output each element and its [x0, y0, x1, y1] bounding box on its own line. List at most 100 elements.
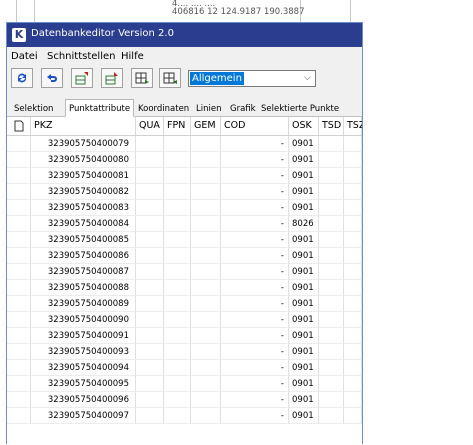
gem-cell[interactable] — [191, 312, 221, 328]
menu-schnittstellen[interactable]: Schnittstellen — [47, 51, 115, 62]
qua-cell[interactable] — [136, 184, 164, 200]
cod-cell[interactable]: - — [221, 408, 289, 424]
gem-cell[interactable] — [191, 184, 221, 200]
column-header-osk[interactable]: OSK — [289, 117, 319, 135]
gem-cell[interactable] — [191, 168, 221, 184]
tsz-cell[interactable] — [344, 216, 362, 232]
chevron-down-icon[interactable]: ⌵ — [304, 73, 311, 83]
row-header[interactable] — [7, 136, 31, 152]
fpn-cell[interactable] — [164, 376, 191, 392]
tsd-cell[interactable] — [319, 184, 344, 200]
pkz-cell[interactable]: 323905750400086 — [31, 248, 136, 264]
cod-cell[interactable]: - — [221, 136, 289, 152]
qua-cell[interactable] — [136, 232, 164, 248]
cod-cell[interactable]: - — [221, 312, 289, 328]
row-header[interactable] — [7, 360, 31, 376]
tsz-cell[interactable] — [344, 184, 362, 200]
qua-cell[interactable] — [136, 392, 164, 408]
gem-cell[interactable] — [191, 136, 221, 152]
row-header[interactable] — [7, 296, 31, 312]
title-bar[interactable]: K Datenbankeditor Version 2.0 — [7, 23, 362, 47]
cod-cell[interactable]: - — [221, 248, 289, 264]
menu-datei[interactable]: Datei — [11, 51, 38, 62]
table-row[interactable]: 323905750400097 -0901 — [7, 408, 362, 424]
qua-cell[interactable] — [136, 280, 164, 296]
cod-cell[interactable]: - — [221, 264, 289, 280]
tsd-cell[interactable] — [319, 136, 344, 152]
osk-cell[interactable]: 0901 — [289, 168, 319, 184]
select-all-icon[interactable] — [7, 117, 31, 135]
tsd-cell[interactable] — [319, 152, 344, 168]
gem-cell[interactable] — [191, 376, 221, 392]
tsd-cell[interactable] — [319, 280, 344, 296]
pkz-cell[interactable]: 323905750400088 — [31, 280, 136, 296]
gem-cell[interactable] — [191, 248, 221, 264]
qua-cell[interactable] — [136, 200, 164, 216]
tsd-cell[interactable] — [319, 296, 344, 312]
tsd-cell[interactable] — [319, 360, 344, 376]
tsd-cell[interactable] — [319, 216, 344, 232]
row-header[interactable] — [7, 280, 31, 296]
tab-selektierte-punkte[interactable]: Selektierte Punkte — [257, 101, 343, 116]
pkz-cell[interactable]: 323905750400079 — [31, 136, 136, 152]
osk-cell[interactable]: 0901 — [289, 248, 319, 264]
cod-cell[interactable]: - — [221, 168, 289, 184]
gem-cell[interactable] — [191, 344, 221, 360]
gem-cell[interactable] — [191, 232, 221, 248]
cod-cell[interactable]: - — [221, 184, 289, 200]
osk-cell[interactable]: 0901 — [289, 328, 319, 344]
tsd-cell[interactable] — [319, 376, 344, 392]
tsz-cell[interactable] — [344, 376, 362, 392]
view-combo[interactable]: Allgemein ⌵ — [188, 70, 316, 87]
fpn-cell[interactable] — [164, 296, 191, 312]
table-row[interactable]: 323905750400095 -0901 — [7, 376, 362, 392]
menu-hilfe[interactable]: Hilfe — [121, 51, 144, 62]
osk-cell[interactable]: 0901 — [289, 152, 319, 168]
gem-cell[interactable] — [191, 216, 221, 232]
gem-cell[interactable] — [191, 392, 221, 408]
fpn-cell[interactable] — [164, 232, 191, 248]
pkz-cell[interactable]: 323905750400089 — [31, 296, 136, 312]
osk-cell[interactable]: 0901 — [289, 360, 319, 376]
tsd-cell[interactable] — [319, 344, 344, 360]
row-header[interactable] — [7, 216, 31, 232]
table-row[interactable]: 323905750400083 -0901 — [7, 200, 362, 216]
osk-cell[interactable]: 0901 — [289, 184, 319, 200]
tsz-cell[interactable] — [344, 168, 362, 184]
table-row[interactable]: 323905750400087 -0901 — [7, 264, 362, 280]
tsz-cell[interactable] — [344, 248, 362, 264]
table-row[interactable]: 323905750400081 -0901 — [7, 168, 362, 184]
qua-cell[interactable] — [136, 296, 164, 312]
qua-cell[interactable] — [136, 168, 164, 184]
grid-import-button[interactable] — [159, 68, 181, 88]
tsz-cell[interactable] — [344, 264, 362, 280]
fpn-cell[interactable] — [164, 344, 191, 360]
grid-export-button[interactable] — [131, 68, 153, 88]
qua-cell[interactable] — [136, 360, 164, 376]
tsd-cell[interactable] — [319, 200, 344, 216]
table-down-button[interactable] — [101, 68, 123, 88]
table-row[interactable]: 323905750400090 -0901 — [7, 312, 362, 328]
pkz-cell[interactable]: 323905750400081 — [31, 168, 136, 184]
tsz-cell[interactable] — [344, 152, 362, 168]
tab-koordinaten[interactable]: Koordinaten — [134, 101, 193, 116]
tsz-cell[interactable] — [344, 296, 362, 312]
pkz-cell[interactable]: 323905750400082 — [31, 184, 136, 200]
pkz-cell[interactable]: 323905750400093 — [31, 344, 136, 360]
row-header[interactable] — [7, 200, 31, 216]
row-header[interactable] — [7, 232, 31, 248]
fpn-cell[interactable] — [164, 136, 191, 152]
table-row[interactable]: 323905750400094 -0901 — [7, 360, 362, 376]
pkz-cell[interactable]: 323905750400090 — [31, 312, 136, 328]
table-up-button[interactable] — [71, 68, 93, 88]
osk-cell[interactable]: 0901 — [289, 312, 319, 328]
qua-cell[interactable] — [136, 328, 164, 344]
gem-cell[interactable] — [191, 264, 221, 280]
gem-cell[interactable] — [191, 408, 221, 424]
tab-punktattribute[interactable]: Punktattribute — [65, 99, 135, 117]
fpn-cell[interactable] — [164, 392, 191, 408]
osk-cell[interactable]: 0901 — [289, 408, 319, 424]
pkz-cell[interactable]: 323905750400080 — [31, 152, 136, 168]
tsd-cell[interactable] — [319, 328, 344, 344]
column-header-fpn[interactable]: FPN — [164, 117, 191, 135]
